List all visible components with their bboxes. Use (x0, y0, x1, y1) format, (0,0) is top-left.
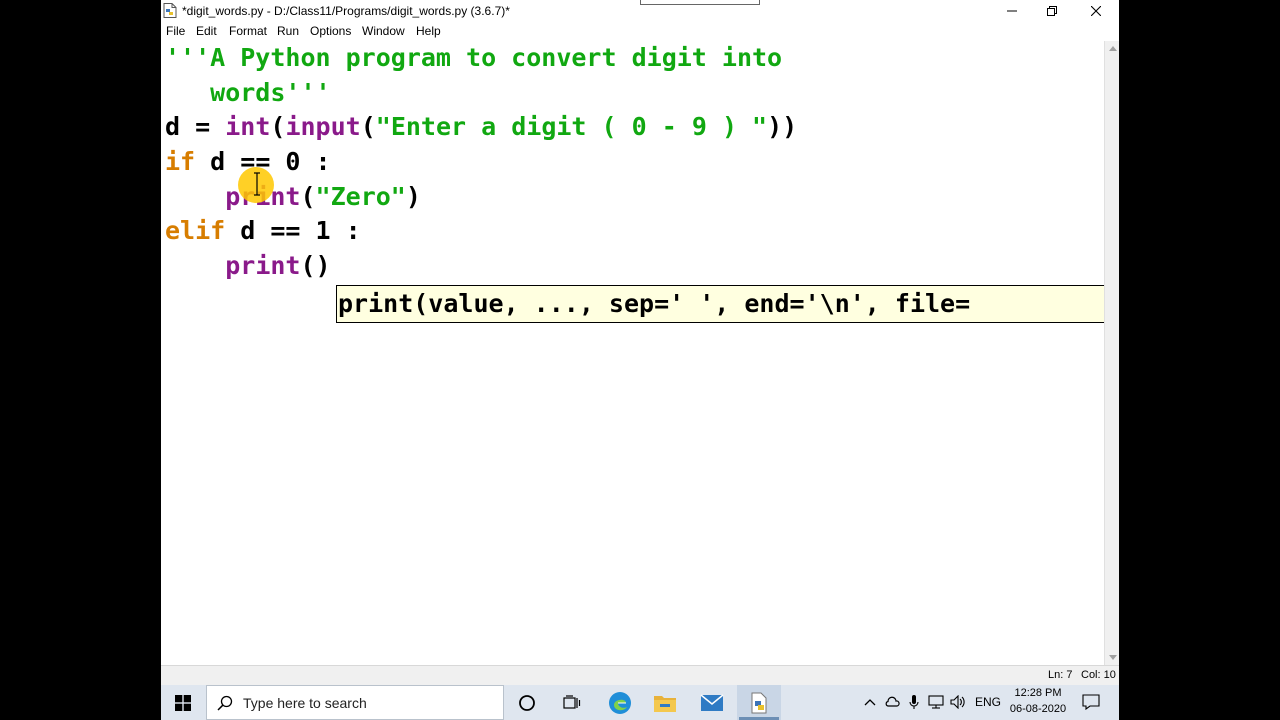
task-view-button[interactable] (550, 685, 594, 720)
title-bar[interactable]: *digit_words.py - D:/Class11/Programs/di… (161, 0, 1119, 22)
minimize-icon (1007, 10, 1017, 12)
status-line-number: Ln: 7 (1048, 669, 1073, 681)
code-token: '''A Python program to convert digit int… (165, 43, 783, 72)
windows-logo-icon (175, 694, 191, 711)
menu-window[interactable]: Window (362, 24, 405, 38)
taskbar-search-box[interactable]: Type here to search (206, 685, 504, 720)
menu-edit[interactable]: Edit (196, 24, 217, 38)
tray-onedrive[interactable] (884, 694, 900, 710)
code-line[interactable]: print("Zero") (165, 180, 421, 214)
tray-volume[interactable] (950, 694, 966, 710)
folder-icon (654, 695, 676, 712)
text-cursor-icon (254, 172, 260, 196)
taskbar-python-idle[interactable] (737, 685, 781, 720)
code-token: words''' (165, 78, 331, 107)
title-bar-marker (640, 0, 760, 5)
tray-microphone[interactable] (906, 694, 922, 710)
calltip-tooltip: print(value, ..., sep=' ', end='\n', fil… (336, 285, 1104, 323)
start-button[interactable] (161, 685, 205, 720)
vertical-scrollbar[interactable] (1104, 41, 1119, 665)
window-title: *digit_words.py - D:/Class11/Programs/di… (182, 4, 510, 18)
close-button[interactable] (1073, 0, 1119, 22)
menu-format[interactable]: Format (229, 24, 267, 38)
status-bar: Ln: 7 Col: 10 (161, 665, 1119, 685)
code-token: ( (270, 112, 286, 141)
restore-icon (1047, 6, 1057, 16)
tray-network[interactable] (928, 694, 944, 710)
code-token: d == 1 : (225, 216, 361, 245)
restore-button[interactable] (1029, 0, 1075, 22)
code-token: )) (767, 112, 798, 141)
action-center-button[interactable] (1082, 693, 1100, 711)
code-editor[interactable]: '''A Python program to convert digit int… (161, 41, 1104, 665)
input-language[interactable]: ENG (975, 695, 1001, 709)
code-line[interactable]: words''' (165, 76, 331, 110)
menu-bar: File Edit Format Run Options Window Help (161, 22, 1119, 41)
network-icon (928, 695, 944, 709)
code-token: if (165, 147, 196, 176)
cortana-icon (519, 694, 535, 711)
code-token: ( (300, 182, 316, 211)
code-token: () (300, 251, 331, 280)
taskbar-edge[interactable] (598, 685, 642, 720)
search-placeholder: Type here to search (243, 695, 367, 711)
status-column-number: Col: 10 (1081, 669, 1116, 681)
notification-icon (1082, 694, 1100, 710)
chevron-up-icon (864, 699, 876, 706)
speaker-icon (950, 695, 965, 709)
menu-help[interactable]: Help (416, 24, 441, 38)
chevron-down-icon (1108, 655, 1117, 660)
close-icon (1091, 6, 1101, 16)
code-token: int (225, 112, 271, 141)
chevron-up-icon (1108, 46, 1117, 51)
microphone-icon (909, 695, 919, 709)
code-token: ) (405, 182, 421, 211)
code-line[interactable]: print() (165, 249, 331, 283)
taskbar-mail[interactable] (690, 685, 734, 720)
code-token: print (225, 251, 301, 280)
code-token: "Zero" (315, 182, 406, 211)
python-file-icon (163, 3, 177, 18)
taskbar-file-explorer[interactable] (643, 685, 687, 720)
code-line[interactable]: d = int(input("Enter a digit ( 0 - 9 ) "… (165, 110, 797, 144)
python-idle-icon (751, 692, 767, 713)
code-line[interactable]: '''A Python program to convert digit int… (165, 41, 782, 75)
code-token: ( (360, 112, 376, 141)
menu-file[interactable]: File (166, 24, 185, 38)
task-view-icon (563, 694, 581, 709)
scroll-up-button[interactable] (1105, 41, 1119, 56)
code-line[interactable]: elif d == 1 : (165, 214, 361, 248)
code-token: input (285, 112, 361, 141)
cloud-icon (885, 696, 900, 707)
search-icon (217, 695, 233, 711)
mail-icon (700, 693, 724, 711)
clock-time[interactable]: 12:28 PM (1014, 687, 1062, 699)
idle-editor-window: *digit_words.py - D:/Class11/Programs/di… (161, 0, 1119, 720)
scroll-down-button[interactable] (1105, 650, 1119, 665)
edge-browser-icon (609, 691, 631, 714)
code-token: elif (165, 216, 226, 245)
clock-date[interactable]: 06-08-2020 (1009, 703, 1067, 715)
menu-options[interactable]: Options (310, 24, 351, 38)
tray-show-hidden[interactable] (862, 694, 878, 710)
menu-run[interactable]: Run (277, 24, 299, 38)
code-token: d = (165, 112, 226, 141)
code-token: "Enter a digit ( 0 - 9 ) " (375, 112, 768, 141)
cortana-button[interactable] (505, 685, 549, 720)
windows-taskbar: Type here to search ENG 12:28 PM 06-08-2… (161, 685, 1119, 720)
